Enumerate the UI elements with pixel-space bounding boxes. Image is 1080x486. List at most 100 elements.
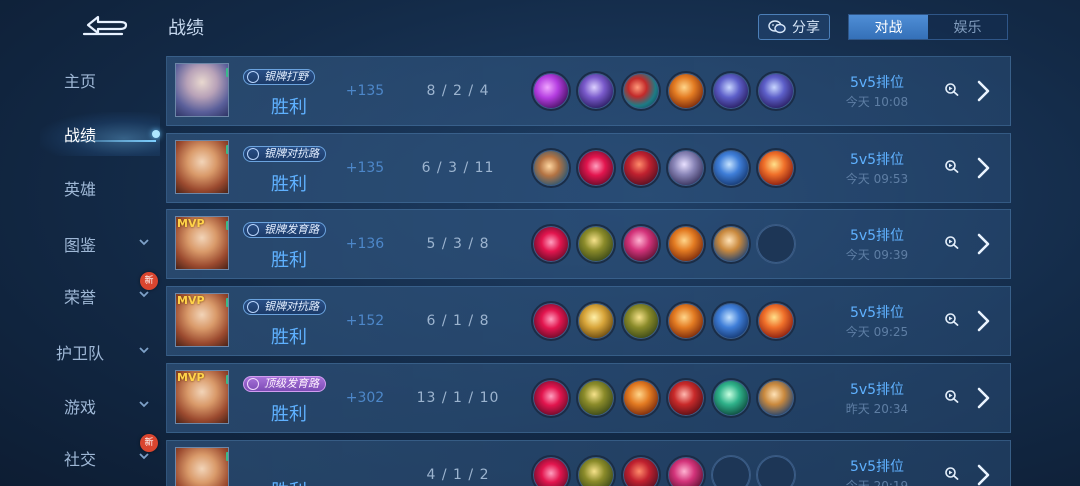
equipment-item-icon	[711, 148, 751, 188]
equipment-item-icon	[621, 224, 661, 264]
equipment-item-icon	[531, 378, 571, 418]
replay-icon[interactable]	[944, 82, 960, 96]
rank-emblem-icon	[247, 148, 259, 160]
rank-tag-label: 银牌对抗路	[264, 300, 319, 313]
sidebar-item[interactable]: 荣誉 新	[0, 272, 160, 316]
mvp-badge: MVP	[177, 371, 205, 384]
sidebar-item-label: 主页	[63, 72, 96, 91]
rank-tag: 银牌对抗路	[243, 146, 326, 162]
equipment-item-icon	[711, 378, 751, 418]
equipment-item-icon	[621, 455, 661, 486]
mvp-badge: MVP	[177, 294, 205, 307]
hero-avatar[interactable]	[175, 140, 229, 194]
rank-tag: 银牌打野	[243, 69, 315, 85]
match-row[interactable]: MVP 银牌对抗路 胜利 +152 6 / 1 / 8 5v5排位 今天 09:25	[166, 286, 1011, 356]
sidebar-item[interactable]: 主页	[0, 60, 160, 100]
equipment-item-icon	[531, 455, 571, 486]
equipment-item-icon	[666, 71, 706, 111]
chevron-down-icon	[139, 401, 149, 408]
sidebar-item[interactable]: 护卫队	[0, 332, 160, 372]
rank-emblem-icon	[247, 378, 259, 390]
match-time: 今天 09:25	[845, 325, 909, 339]
replay-icon[interactable]	[944, 235, 960, 249]
equipment-item-icon	[711, 224, 751, 264]
match-mode: 5v5排位	[849, 152, 905, 168]
kda: 8 / 2 / 4	[426, 83, 490, 99]
kda: 6 / 1 / 8	[426, 313, 490, 329]
match-time: 今天 20:19	[845, 479, 909, 486]
equipment-item-icon	[531, 71, 571, 111]
match-row[interactable]: 银牌打野 胜利 +135 8 / 2 / 4 5v5排位 今天 10:08	[166, 56, 1011, 126]
share-button[interactable]: 分享	[758, 14, 830, 40]
empty-item-slot	[711, 455, 751, 486]
hero-avatar[interactable]	[175, 447, 229, 486]
replay-icon[interactable]	[944, 389, 960, 403]
equipment-item-icon	[576, 301, 616, 341]
new-badge: 新	[140, 272, 158, 290]
share-label: 分享	[792, 20, 820, 36]
rank-tag-label: 银牌发育路	[264, 223, 319, 236]
rank-tag: 银牌发育路	[243, 222, 326, 238]
match-result: 胜利	[271, 327, 307, 348]
wechat-icon	[768, 20, 786, 34]
match-result: 胜利	[271, 404, 307, 425]
chevron-right-icon[interactable]	[973, 463, 993, 486]
replay-icon[interactable]	[944, 466, 960, 480]
equipment-item-icon	[531, 301, 571, 341]
role-flag-icon	[226, 221, 228, 230]
match-time: 昨天 20:34	[845, 402, 909, 416]
sidebar-item[interactable]: 图鉴	[0, 224, 160, 264]
tab-battle[interactable]: 对战	[849, 15, 928, 39]
match-mode: 5v5排位	[849, 228, 905, 244]
match-row[interactable]: 银牌对抗路 胜利 +135 6 / 3 / 11 5v5排位 今天 09:53	[166, 133, 1011, 203]
rank-score: +152	[345, 313, 385, 329]
match-mode: 5v5排位	[849, 459, 905, 475]
equipment-item-icon	[711, 71, 751, 111]
sidebar-item-label: 游戏	[63, 398, 96, 417]
rank-tag-label: 银牌打野	[264, 70, 308, 83]
match-row[interactable]: MVP 银牌发育路 胜利 +136 5 / 3 / 8 5v5排位 今天 09:39	[166, 209, 1011, 279]
hero-avatar[interactable]	[175, 63, 229, 117]
sidebar-item-label: 战绩	[63, 126, 96, 145]
rank-emblem-icon	[247, 301, 259, 313]
sidebar-item[interactable]: 英雄	[0, 168, 160, 208]
sidebar-item[interactable]: 游戏	[0, 386, 160, 426]
replay-icon[interactable]	[944, 159, 960, 173]
hero-avatar[interactable]: MVP	[175, 370, 229, 424]
new-badge: 新	[140, 434, 158, 452]
rank-tag-label: 顶级发育路	[264, 377, 319, 390]
kda: 5 / 3 / 8	[426, 236, 490, 252]
match-result: 胜利	[237, 477, 341, 486]
role-flag-icon	[226, 145, 228, 154]
sidebar-item[interactable]: 社交 新	[0, 434, 160, 478]
tab-entertainment[interactable]: 娱乐	[928, 15, 1007, 39]
match-row[interactable]: MVP 顶级发育路 胜利 +302 13 / 1 / 10 5v5排位 昨天 20:34	[166, 363, 1011, 433]
equipment-item-icon	[666, 301, 706, 341]
equipment-item-icon	[576, 455, 616, 486]
hero-avatar[interactable]: MVP	[175, 293, 229, 347]
chevron-right-icon[interactable]	[973, 309, 993, 333]
chevron-right-icon[interactable]	[973, 232, 993, 256]
match-mode: 5v5排位	[849, 382, 905, 398]
chevron-right-icon[interactable]	[973, 79, 993, 103]
sidebar-item-label: 荣誉	[63, 288, 96, 307]
match-time: 今天 09:39	[845, 248, 909, 262]
chevron-right-icon[interactable]	[973, 156, 993, 180]
equipment-item-icon	[621, 301, 661, 341]
equipment-item-icon	[711, 301, 751, 341]
equipment-item-icon	[756, 148, 796, 188]
back-arrow-icon[interactable]	[80, 12, 130, 38]
hero-avatar[interactable]: MVP	[175, 216, 229, 270]
replay-icon[interactable]	[944, 312, 960, 326]
role-flag-icon	[226, 68, 228, 77]
sidebar: 主页 战绩 英雄 图鉴 荣誉新护卫队 游戏 社交新	[0, 0, 160, 486]
role-flag-icon	[226, 375, 228, 384]
rank-tag: 银牌对抗路	[243, 299, 326, 315]
equipment-item-icon	[756, 301, 796, 341]
match-row[interactable]: 胜利 4 / 1 / 2 5v5排位今天 20:19	[166, 440, 1011, 486]
sidebar-item[interactable]: 战绩	[0, 114, 160, 154]
equipment-item-icon	[621, 71, 661, 111]
equipment-item-icon	[576, 148, 616, 188]
rank-tag-label: 银牌对抗路	[264, 147, 319, 160]
chevron-right-icon[interactable]	[973, 386, 993, 410]
